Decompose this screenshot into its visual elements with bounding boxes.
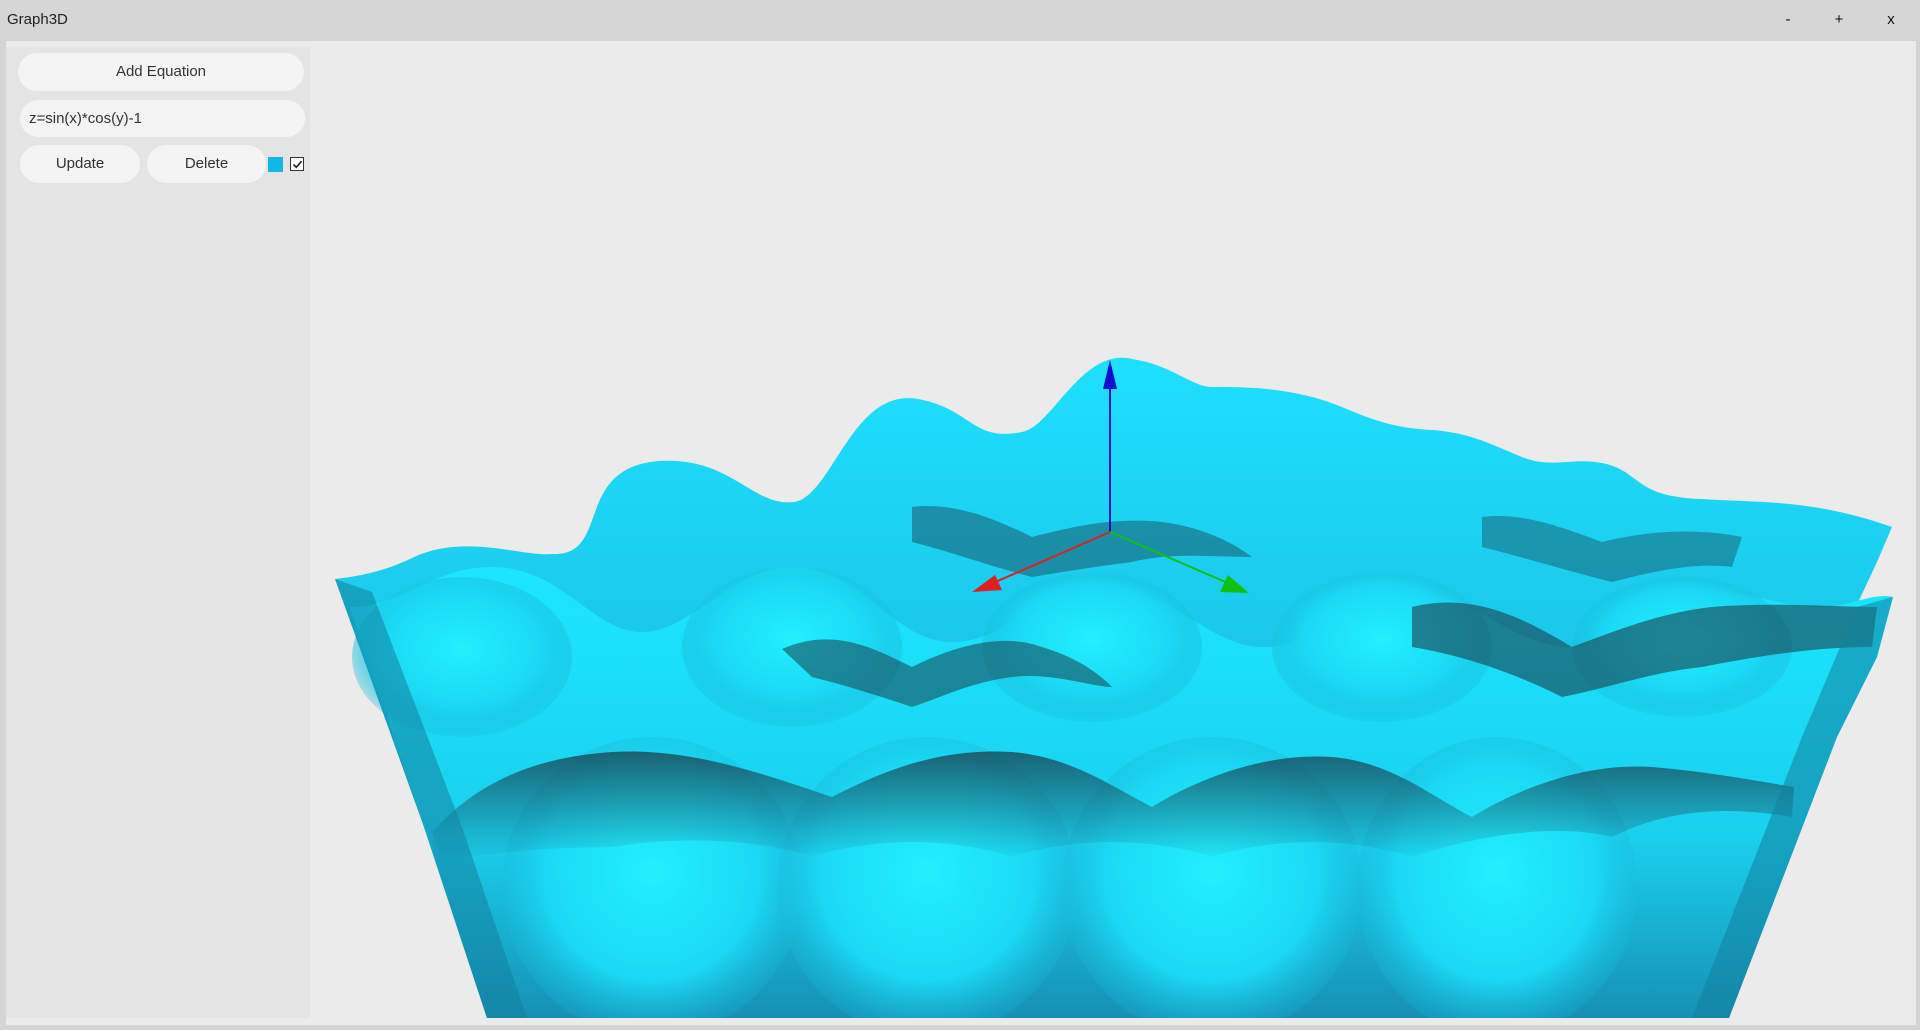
equation-input[interactable]: [20, 100, 305, 137]
equation-sidebar: [6, 47, 310, 1018]
maximize-button[interactable]: +: [1826, 10, 1852, 32]
minimize-button[interactable]: -: [1775, 10, 1801, 32]
delete-button[interactable]: Delete: [147, 145, 266, 183]
title-bar: Graph3D - + x: [0, 0, 1920, 40]
window-title: Graph3D: [7, 11, 68, 28]
equation-color-swatch[interactable]: [268, 157, 283, 172]
surface-mesh: [335, 357, 1893, 1030]
equation-visible-checkbox[interactable]: [290, 157, 304, 171]
add-equation-button[interactable]: Add Equation: [18, 53, 304, 91]
surface-plot[interactable]: [312, 47, 1915, 1030]
plot-viewport[interactable]: [312, 47, 1915, 1030]
checkmark-icon: [292, 160, 303, 169]
update-button[interactable]: Update: [20, 145, 140, 183]
close-button[interactable]: x: [1878, 10, 1904, 32]
